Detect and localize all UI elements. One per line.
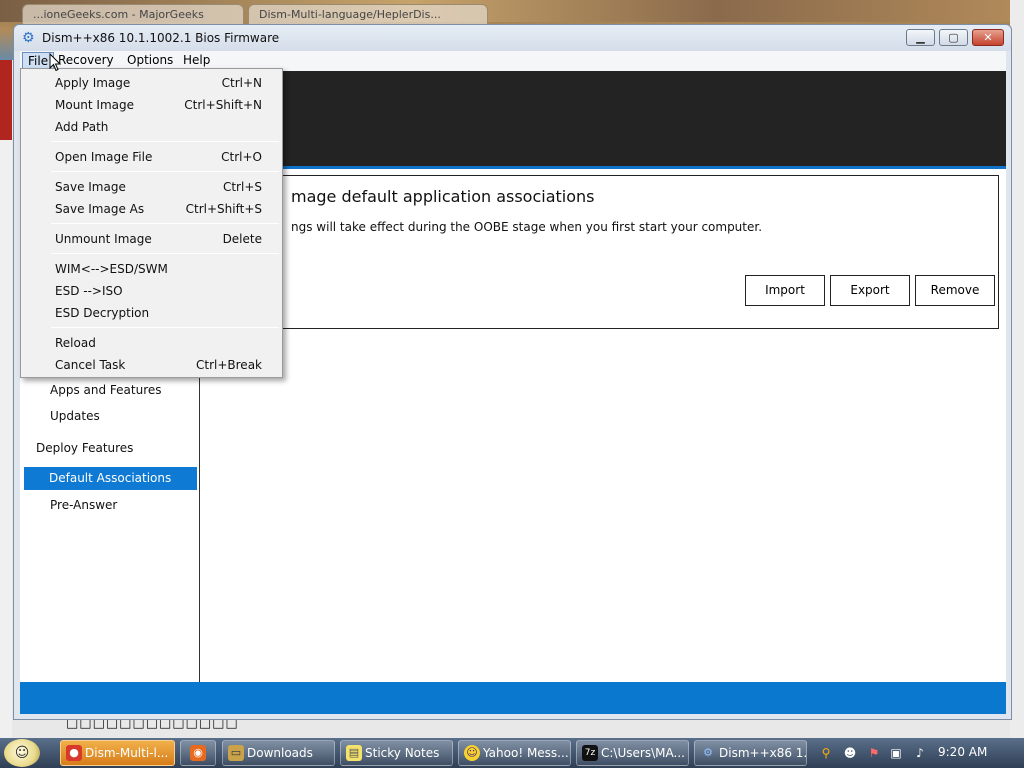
window-title: Dism++x86 10.1.1002.1 Bios Firmware bbox=[42, 31, 280, 45]
taskbar-button-dism[interactable]: ⚙ Dism++x86 1... bbox=[694, 740, 807, 766]
menu-item-save-image[interactable]: Save Image Ctrl+S bbox=[21, 176, 282, 198]
background-scrollbar[interactable] bbox=[1010, 0, 1024, 740]
yahoo-messenger-icon: ☺ bbox=[464, 745, 480, 761]
gear-icon: ⚙ bbox=[22, 30, 35, 46]
panel-title: mage default application associations bbox=[291, 187, 595, 206]
menu-item-reload[interactable]: Reload bbox=[21, 332, 282, 354]
menu-item-shortcut: Ctrl+S bbox=[222, 180, 262, 194]
flag-icon[interactable]: ⚑ bbox=[866, 745, 882, 761]
taskbar-button-label: C:\Users\MA... bbox=[601, 746, 685, 760]
sidebar-item-apps-features[interactable]: Apps and Features bbox=[50, 383, 162, 397]
taskbar-button-7zip[interactable]: 7z C:\Users\MA... bbox=[576, 740, 689, 766]
taskbar-button-chrome[interactable]: ● Dism-Multi-l... bbox=[60, 740, 175, 766]
remove-button[interactable]: Remove bbox=[915, 275, 995, 306]
taskbar-button-label: Yahoo! Mess... bbox=[483, 746, 569, 760]
taskbar-button-yahoo-messenger[interactable]: ☺ Yahoo! Mess... bbox=[458, 740, 571, 766]
menu-separator bbox=[51, 223, 279, 224]
network-icon[interactable]: ▣ bbox=[888, 745, 904, 761]
title-bar[interactable]: ⚙ Dism++x86 10.1.1002.1 Bios Firmware ▁ … bbox=[14, 25, 1011, 51]
smiley-icon[interactable]: ☻ bbox=[842, 745, 858, 761]
menu-item-add-path[interactable]: Add Path bbox=[21, 116, 282, 138]
menu-item-label: Add Path bbox=[55, 120, 109, 134]
folder-icon: ▭ bbox=[228, 745, 244, 761]
menu-separator bbox=[51, 327, 279, 328]
taskbar-button-label: Dism++x86 1... bbox=[719, 746, 807, 760]
dism-icon: ⚙ bbox=[703, 746, 713, 759]
background-tab[interactable]: Dism-Multi-language/HeplerDis... bbox=[248, 4, 488, 24]
menu-item-label: Unmount Image bbox=[55, 232, 152, 246]
menu-item-shortcut: Ctrl+Shift+S bbox=[185, 202, 262, 216]
taskbar-button-label: Sticky Notes bbox=[365, 746, 440, 760]
taskbar-button-label: Dism-Multi-l... bbox=[85, 746, 169, 760]
sticky-notes-icon: ▤ bbox=[346, 745, 362, 761]
menu-item-shortcut: Ctrl+Break bbox=[196, 358, 262, 372]
menu-item-shortcut: Delete bbox=[222, 232, 262, 246]
menu-item-save-image-as[interactable]: Save Image As Ctrl+Shift+S bbox=[21, 198, 282, 220]
firefox-icon: ◉ bbox=[190, 745, 206, 761]
menu-separator bbox=[51, 141, 279, 142]
background-tab[interactable]: ...ioneGeeks.com - MajorGeeks bbox=[22, 4, 244, 24]
menu-item-label: Save Image bbox=[55, 180, 126, 194]
menu-item-label: Mount Image bbox=[55, 98, 135, 112]
sidebar-item-default-associations[interactable]: Default Associations bbox=[24, 467, 197, 490]
taskbar-button-label: Downloads bbox=[247, 746, 313, 760]
menu-item-label: Cancel Task bbox=[55, 358, 126, 372]
mouse-cursor-icon bbox=[49, 53, 62, 72]
menu-item-label: WIM<-->ESD/SWM bbox=[55, 262, 168, 276]
close-button[interactable]: ✕ bbox=[972, 29, 1004, 46]
menu-item-esd-iso[interactable]: ESD -->ISO bbox=[21, 280, 282, 302]
sidebar-item-updates[interactable]: Updates bbox=[50, 409, 100, 423]
sidebar-item-pre-answer[interactable]: Pre-Answer bbox=[50, 498, 117, 512]
volume-icon[interactable]: ♪ bbox=[912, 745, 928, 761]
taskbar: ☺ ● Dism-Multi-l... ◉ ▭ Downloads ▤ Stic… bbox=[0, 738, 1024, 768]
default-associations-panel: mage default application associations ng… bbox=[210, 175, 999, 329]
menu-item-label: ESD Decryption bbox=[55, 306, 150, 320]
menu-item-unmount-image[interactable]: Unmount Image Delete bbox=[21, 228, 282, 250]
7zip-icon: 7z bbox=[582, 745, 598, 761]
menu-item-label: Apply Image bbox=[55, 76, 131, 90]
menu-separator bbox=[51, 253, 279, 254]
file-dropdown-menu: Apply Image Ctrl+N Mount Image Ctrl+Shif… bbox=[20, 68, 283, 378]
panel-description: ngs will take effect during the OOBE sta… bbox=[291, 220, 763, 234]
menu-item-label: ESD -->ISO bbox=[55, 284, 123, 298]
chrome-icon: ● bbox=[66, 745, 82, 761]
menu-item-label: Reload bbox=[55, 336, 96, 350]
minimize-button[interactable]: ▁ bbox=[906, 29, 935, 46]
background-browser-tabstrip: ...ioneGeeks.com - MajorGeeks Dism-Multi… bbox=[0, 0, 1024, 24]
sidebar-group-deploy-features[interactable]: Deploy Features bbox=[36, 441, 133, 455]
menu-item-wim-esd-swm[interactable]: WIM<-->ESD/SWM bbox=[21, 258, 282, 280]
menu-item-open-image-file[interactable]: Open Image File Ctrl+O bbox=[21, 146, 282, 168]
menu-item-shortcut: Ctrl+O bbox=[221, 150, 262, 164]
menu-item-apply-image[interactable]: Apply Image Ctrl+N bbox=[21, 72, 282, 94]
background-page-edge bbox=[0, 60, 12, 740]
menu-item-cancel-task[interactable]: Cancel Task Ctrl+Break bbox=[21, 354, 282, 376]
status-band bbox=[20, 682, 1006, 714]
menu-item-label: Save Image As bbox=[55, 202, 145, 216]
menu-item-shortcut: Ctrl+N bbox=[221, 76, 262, 90]
menu-item-shortcut: Ctrl+Shift+N bbox=[184, 98, 262, 112]
menu-item-mount-image[interactable]: Mount Image Ctrl+Shift+N bbox=[21, 94, 282, 116]
start-button[interactable]: ☺ bbox=[4, 739, 40, 767]
menu-item-esd-decryption[interactable]: ESD Decryption bbox=[21, 302, 282, 324]
maximize-button[interactable]: ▢ bbox=[939, 29, 968, 46]
menu-item-label: Open Image File bbox=[55, 150, 153, 164]
taskbar-button-sticky-notes[interactable]: ▤ Sticky Notes bbox=[340, 740, 453, 766]
clock[interactable]: 9:20 AM bbox=[938, 745, 987, 759]
export-button[interactable]: Export bbox=[830, 275, 910, 306]
import-button[interactable]: Import bbox=[745, 275, 825, 306]
system-tray: ⚲ ☻ ⚑ ▣ ♪ 9:20 AM bbox=[812, 738, 1024, 768]
background-page-accent bbox=[0, 60, 12, 140]
taskbar-button-firefox[interactable]: ◉ bbox=[180, 740, 216, 766]
taskbar-button-downloads[interactable]: ▭ Downloads bbox=[222, 740, 335, 766]
header-band bbox=[200, 71, 1006, 169]
search-icon[interactable]: ⚲ bbox=[818, 745, 834, 761]
menu-separator bbox=[51, 171, 279, 172]
